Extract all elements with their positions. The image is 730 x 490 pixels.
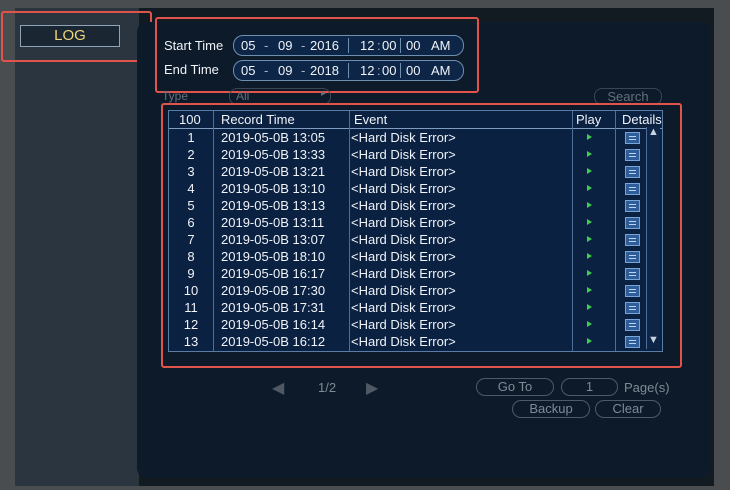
backup-button[interactable]: Backup (512, 400, 590, 418)
time-range-highlight (155, 17, 479, 93)
pages-label: Page(s) (624, 380, 670, 395)
table-highlight (161, 103, 682, 368)
page-number-input[interactable]: 1 (561, 378, 618, 396)
sidebar (15, 8, 139, 486)
prev-page-icon[interactable]: ◀ (272, 378, 284, 398)
clear-button[interactable]: Clear (595, 400, 661, 418)
chevron-right-icon: ▸ (320, 88, 326, 99)
log-tab-highlight (1, 11, 152, 62)
type-value: All (236, 89, 250, 103)
next-page-icon[interactable]: ▶ (366, 378, 378, 398)
type-label: Type (162, 89, 189, 103)
page-indicator: 1/2 (318, 380, 337, 395)
goto-button[interactable]: Go To (476, 378, 554, 396)
